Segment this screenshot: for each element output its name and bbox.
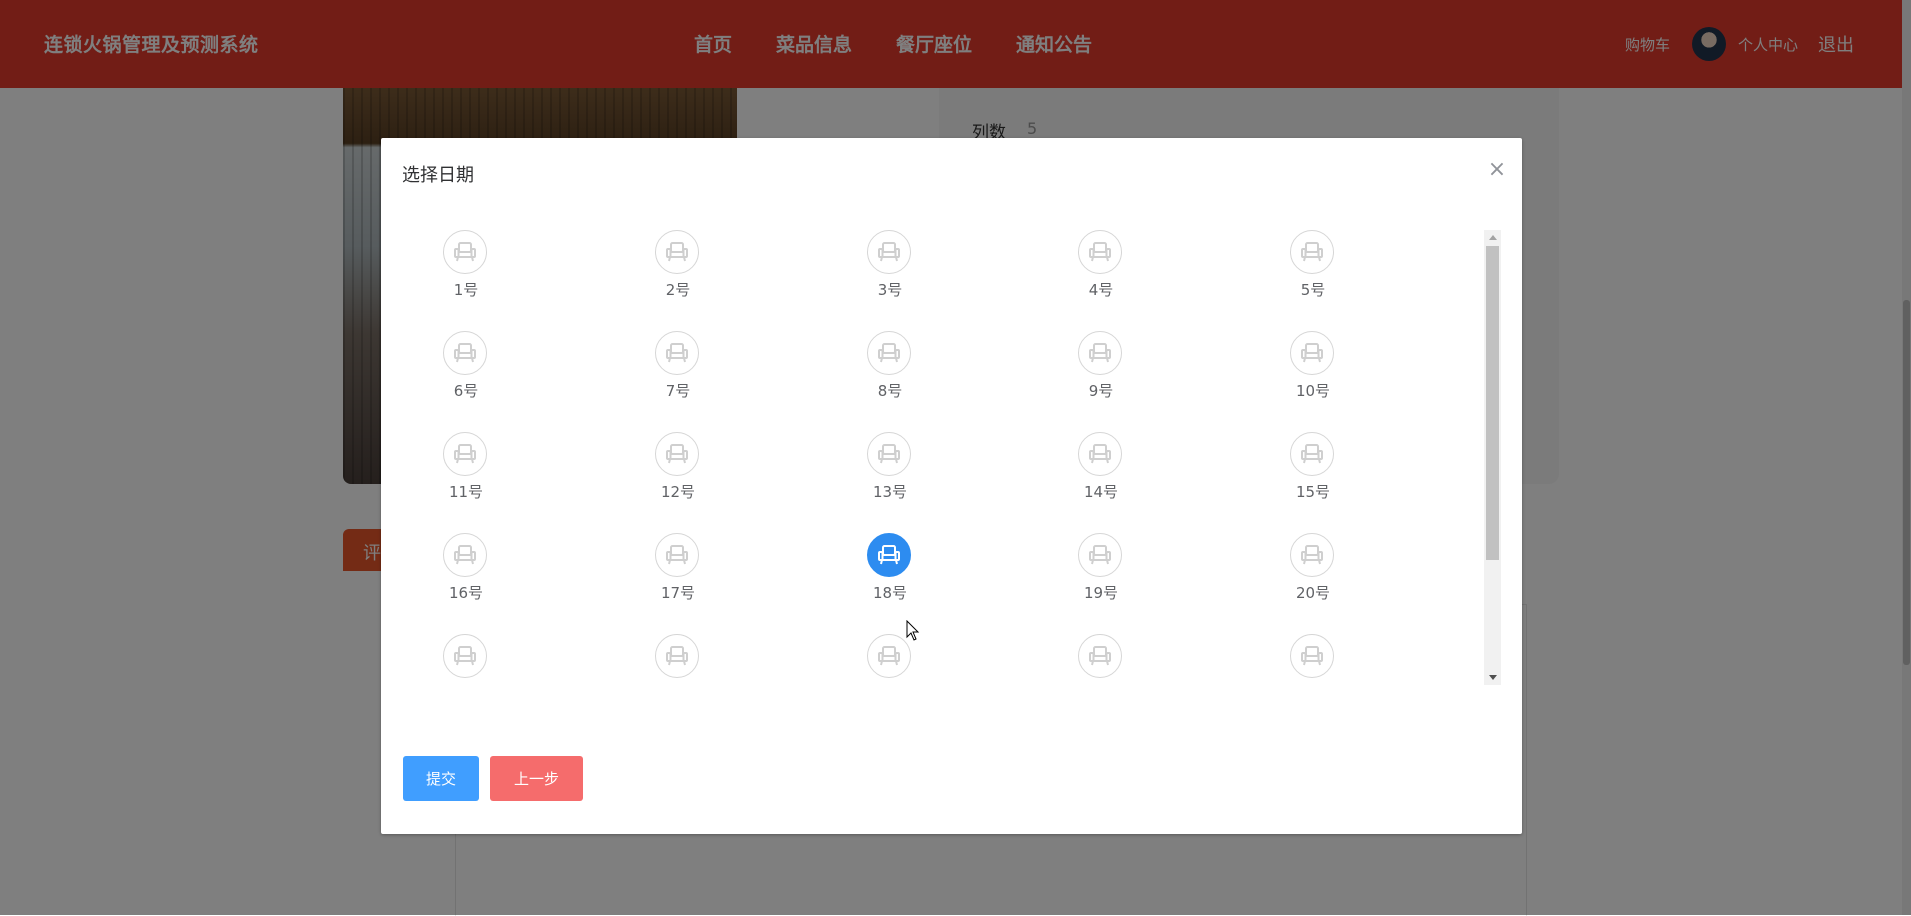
- armchair-icon: [1078, 634, 1122, 678]
- seat-label: 5号: [1300, 281, 1326, 299]
- seat-item[interactable]: 20号: [1268, 533, 1358, 613]
- armchair-icon: [443, 634, 487, 678]
- seat-item[interactable]: 13号: [845, 432, 935, 512]
- seat-label: 2号: [665, 281, 691, 299]
- armchair-icon: [867, 533, 911, 577]
- seat-item[interactable]: 11号: [421, 432, 511, 512]
- seat-label: 13号: [872, 483, 908, 501]
- armchair-icon: [443, 230, 487, 274]
- armchair-icon: [867, 331, 911, 375]
- seat-label: 4号: [1088, 281, 1114, 299]
- seat-item[interactable]: 6号: [421, 331, 511, 411]
- seat-label: 3号: [877, 281, 903, 299]
- armchair-icon: [655, 533, 699, 577]
- armchair-icon: [655, 634, 699, 678]
- armchair-icon: [1078, 533, 1122, 577]
- seat-item[interactable]: [633, 634, 723, 682]
- seat-label: 9号: [1088, 382, 1114, 400]
- scroll-down-arrow-icon[interactable]: [1489, 675, 1497, 680]
- seat-label: 14号: [1083, 483, 1119, 501]
- seat-item[interactable]: 16号: [421, 533, 511, 613]
- seat-label: 18号: [872, 584, 908, 602]
- seat-item[interactable]: 7号: [633, 331, 723, 411]
- seat-item[interactable]: 15号: [1268, 432, 1358, 512]
- armchair-icon: [655, 331, 699, 375]
- armchair-icon: [867, 634, 911, 678]
- seat-label: 1号: [453, 281, 479, 299]
- seat-item[interactable]: 9号: [1056, 331, 1146, 411]
- mouse-cursor-icon: [906, 620, 920, 641]
- seat-label: 10号: [1295, 382, 1331, 400]
- seat-item[interactable]: [1268, 634, 1358, 682]
- seat-grid-scrollbar[interactable]: [1484, 230, 1501, 685]
- armchair-icon: [655, 230, 699, 274]
- seat-item[interactable]: 2号: [633, 230, 723, 310]
- seat-item[interactable]: 8号: [845, 331, 935, 411]
- seat-label: 20号: [1295, 584, 1331, 602]
- armchair-icon: [867, 432, 911, 476]
- seat-item[interactable]: 12号: [633, 432, 723, 512]
- armchair-icon: [867, 230, 911, 274]
- seat-grid-scrollbar-thumb[interactable]: [1486, 246, 1499, 560]
- armchair-icon: [1290, 533, 1334, 577]
- armchair-icon: [1290, 230, 1334, 274]
- dialog-title: 选择日期: [402, 165, 474, 186]
- seat-item[interactable]: 4号: [1056, 230, 1146, 310]
- seat-item[interactable]: 19号: [1056, 533, 1146, 613]
- seat-label: 19号: [1083, 584, 1119, 602]
- seat-grid[interactable]: 1号 2号 3号 4号 5号 6号 7号 8号 9号 10号 11号 12号 13号 14号 15号 16号 1…: [421, 230, 1479, 682]
- seat-label: 7号: [665, 382, 691, 400]
- seat-item[interactable]: 18号: [845, 533, 935, 613]
- seat-item[interactable]: 14号: [1056, 432, 1146, 512]
- armchair-icon: [1078, 432, 1122, 476]
- armchair-icon: [655, 432, 699, 476]
- armchair-icon: [1290, 432, 1334, 476]
- armchair-icon: [1290, 634, 1334, 678]
- seat-item[interactable]: 5号: [1268, 230, 1358, 310]
- select-seat-dialog: 选择日期 × 1号 2号 3号 4号 5号 6号 7号 8号 9号 10号 11号 12号 13号 14号…: [381, 138, 1522, 834]
- seat-item[interactable]: 1号: [421, 230, 511, 310]
- seat-label: 17号: [660, 584, 696, 602]
- seat-label: 6号: [453, 382, 479, 400]
- armchair-icon: [1290, 331, 1334, 375]
- close-icon[interactable]: ×: [1484, 157, 1510, 183]
- submit-button[interactable]: 提交: [403, 756, 479, 801]
- seat-label: 11号: [448, 483, 484, 501]
- seat-item[interactable]: 17号: [633, 533, 723, 613]
- scroll-up-arrow-icon[interactable]: [1489, 235, 1497, 240]
- armchair-icon: [1078, 331, 1122, 375]
- seat-label: 12号: [660, 483, 696, 501]
- seat-label: 8号: [877, 382, 903, 400]
- previous-step-button[interactable]: 上一步: [490, 756, 583, 801]
- armchair-icon: [443, 331, 487, 375]
- armchair-icon: [1078, 230, 1122, 274]
- seat-label: 16号: [448, 584, 484, 602]
- seat-item[interactable]: [845, 634, 935, 682]
- armchair-icon: [443, 533, 487, 577]
- seat-item[interactable]: 10号: [1268, 331, 1358, 411]
- seat-item[interactable]: 3号: [845, 230, 935, 310]
- seat-item[interactable]: [421, 634, 511, 682]
- seat-item[interactable]: [1056, 634, 1146, 682]
- armchair-icon: [443, 432, 487, 476]
- seat-label: 15号: [1295, 483, 1331, 501]
